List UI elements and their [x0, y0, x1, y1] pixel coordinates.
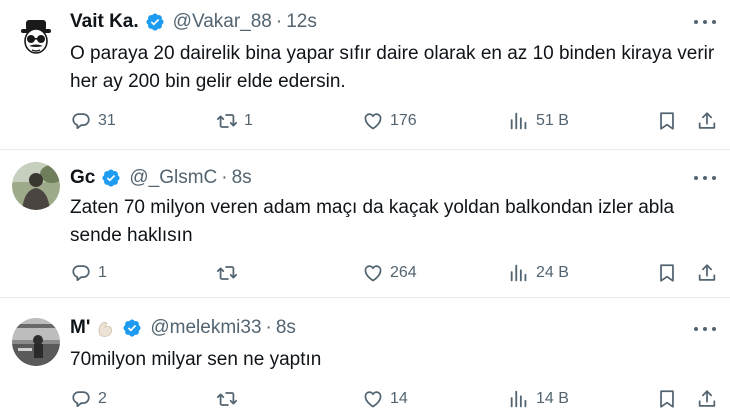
retweet-button[interactable]: [216, 386, 244, 412]
tweet-header: Vait Ka. @Vakar_88 · 12s: [70, 10, 317, 34]
tweet-text-line: O paraya 20 dairelik bina yapar sıfır da…: [70, 43, 715, 64]
like-button[interactable]: 14: [362, 386, 408, 412]
like-button[interactable]: 176: [362, 108, 417, 134]
retweet-button[interactable]: 1: [216, 108, 253, 134]
heart-icon: [364, 265, 382, 282]
views-button[interactable]: 24 B: [508, 260, 569, 286]
reply-count: 2: [98, 390, 107, 407]
tweet-header: Gc @_GlsmC · 8s: [70, 166, 252, 190]
author-name[interactable]: M': [70, 317, 90, 339]
tweet-header: M' @melekmi33 · 8s: [70, 316, 296, 340]
bookmark-icon: [660, 390, 674, 408]
heart-icon: [364, 391, 382, 408]
views-chart-icon: [510, 264, 527, 282]
reply-icon: [72, 391, 90, 408]
timestamp[interactable]: 8s: [232, 167, 252, 189]
avatar-gc[interactable]: [12, 162, 60, 210]
reply-button[interactable]: 31: [70, 108, 116, 134]
avatar-vait-ka[interactable]: [12, 14, 60, 62]
share-icon: [698, 264, 716, 281]
emoji-icon: [94, 318, 116, 338]
author-handle[interactable]: @_GlsmC: [129, 167, 217, 189]
more-options-icon[interactable]: [694, 15, 716, 29]
share-icon: [698, 390, 716, 407]
tweet-text-line: sende haklısın: [70, 225, 193, 246]
author-name[interactable]: Gc: [70, 167, 95, 189]
reply-button[interactable]: 2: [70, 386, 107, 412]
views-count: 51 B: [536, 112, 569, 129]
verified-badge-icon: [122, 318, 142, 338]
retweet-icon: [216, 266, 238, 280]
views-count: 14 B: [536, 390, 569, 407]
tweet-actions: 1 264 24 B: [70, 260, 720, 286]
views-count: 24 B: [536, 264, 569, 281]
verified-badge-icon: [145, 12, 165, 32]
bookmark-button[interactable]: [656, 386, 678, 412]
tweet-2[interactable]: Gc @_GlsmC · 8s Zaten 70 milyon veren ad…: [0, 150, 730, 298]
more-options-icon[interactable]: [694, 171, 716, 185]
share-button[interactable]: [696, 386, 718, 412]
reply-icon: [72, 113, 90, 130]
tweet-text-line: her ay 200 bin gelir elde edersin.: [70, 71, 346, 92]
author-handle[interactable]: @melekmi33: [150, 317, 261, 339]
tweet-1[interactable]: Vait Ka. @Vakar_88 · 12s O paraya 20 dai…: [0, 0, 730, 150]
bookmark-button[interactable]: [656, 108, 678, 134]
share-button[interactable]: [696, 108, 718, 134]
tweet-actions: 2 14 14 B: [70, 386, 720, 412]
retweet-button[interactable]: [216, 260, 244, 286]
verified-badge-icon: [101, 168, 121, 188]
tweet-actions: 31 1 176 51 B: [70, 108, 720, 134]
tweet-3[interactable]: M' @melekmi33 · 8s 70milyon milyar sen n…: [0, 298, 730, 420]
tweet-text-line: 70milyon milyar sen ne yaptın: [70, 349, 322, 370]
bookmark-button[interactable]: [656, 260, 678, 286]
author-name[interactable]: Vait Ka.: [70, 11, 139, 33]
tweet-text: Zaten 70 milyon veren adam maçı da kaçak…: [70, 194, 720, 250]
retweet-icon: [216, 392, 238, 406]
bookmark-icon: [660, 112, 674, 130]
share-button[interactable]: [696, 260, 718, 286]
more-options-icon[interactable]: [694, 322, 716, 336]
timestamp[interactable]: 12s: [286, 11, 317, 33]
author-handle[interactable]: @Vakar_88: [173, 11, 272, 33]
like-count: 264: [390, 264, 417, 281]
retweet-icon: [216, 114, 238, 128]
views-chart-icon: [510, 112, 527, 130]
like-button[interactable]: 264: [362, 260, 417, 286]
tweet-text: O paraya 20 dairelik bina yapar sıfır da…: [70, 40, 720, 96]
reply-count: 1: [98, 264, 107, 281]
views-button[interactable]: 51 B: [508, 108, 569, 134]
avatar-m[interactable]: [12, 318, 60, 366]
like-count: 176: [390, 112, 417, 129]
reply-button[interactable]: 1: [70, 260, 107, 286]
tweet-text-line: Zaten 70 milyon veren adam maçı da kaçak…: [70, 197, 675, 218]
like-count: 14: [390, 390, 408, 407]
separator-dot: ·: [265, 317, 272, 338]
bookmark-icon: [660, 264, 674, 282]
reply-icon: [72, 265, 90, 282]
timestamp[interactable]: 8s: [276, 317, 296, 339]
tweet-text: 70milyon milyar sen ne yaptın: [70, 346, 720, 374]
views-button[interactable]: 14 B: [508, 386, 569, 412]
heart-icon: [364, 113, 382, 130]
views-chart-icon: [510, 390, 527, 408]
separator-dot: ·: [275, 11, 283, 32]
retweet-count: 1: [244, 112, 253, 129]
share-icon: [698, 112, 716, 129]
separator-dot: ·: [221, 167, 228, 188]
reply-count: 31: [98, 112, 116, 129]
